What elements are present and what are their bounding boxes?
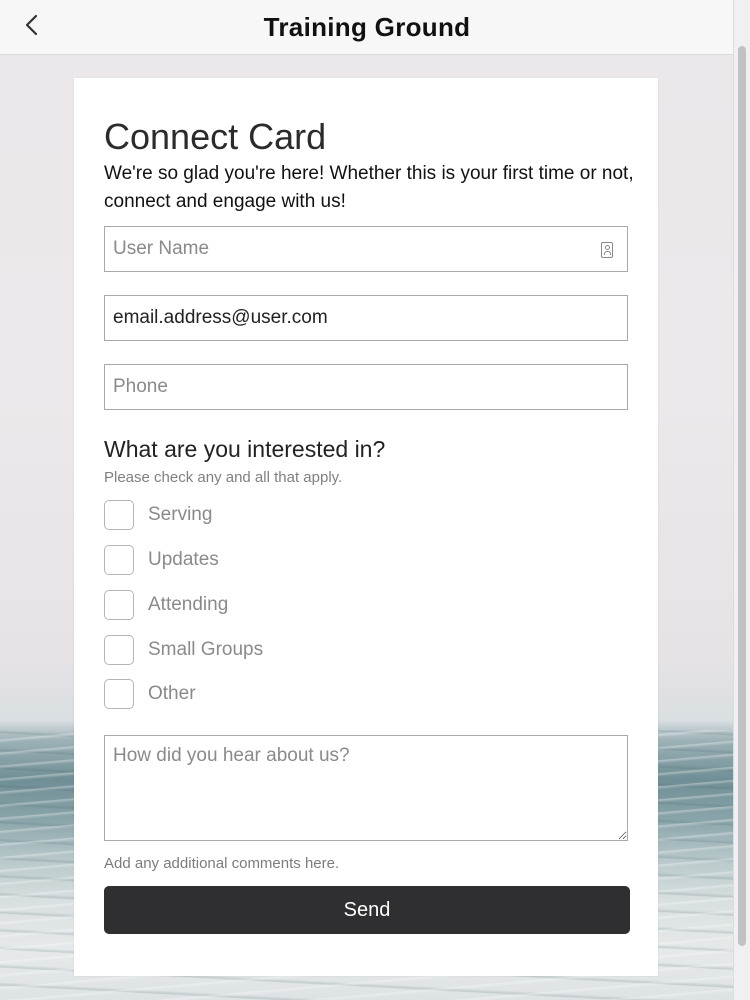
email-input[interactable] bbox=[104, 295, 628, 341]
interests-subtext: Please check any and all that apply. bbox=[104, 469, 343, 486]
checkbox-updates[interactable] bbox=[104, 545, 134, 575]
page-title: Training Ground bbox=[263, 12, 471, 42]
form-title: Connect Card bbox=[104, 116, 327, 157]
checkbox-label: Attending bbox=[148, 594, 229, 615]
checkbox-row-small-groups[interactable]: Small Groups bbox=[104, 634, 263, 666]
interests-heading: What are you interested in? bbox=[104, 436, 386, 462]
checkbox-label: Updates bbox=[148, 549, 219, 570]
nav-header: Training Ground bbox=[0, 0, 734, 55]
checkbox-row-other[interactable]: Other bbox=[104, 678, 196, 710]
checkbox-row-serving[interactable]: Serving bbox=[104, 499, 212, 531]
checkbox-row-attending[interactable]: Attending bbox=[104, 589, 228, 621]
connect-card-form: Connect Card We're so glad you're here! … bbox=[74, 78, 658, 976]
checkbox-other[interactable] bbox=[104, 679, 134, 709]
checkbox-serving[interactable] bbox=[104, 500, 134, 530]
app-window: Training Ground Connect Card We're so gl… bbox=[0, 0, 750, 1000]
comments-textarea[interactable] bbox=[104, 735, 628, 841]
checkbox-row-updates[interactable]: Updates bbox=[104, 544, 219, 576]
user-name-input[interactable] bbox=[104, 226, 628, 272]
checkbox-label: Other bbox=[148, 683, 196, 704]
checkbox-small-groups[interactable] bbox=[104, 635, 134, 665]
checkbox-label: Serving bbox=[148, 504, 213, 525]
scrollbar-thumb[interactable] bbox=[738, 46, 746, 946]
send-button[interactable]: Send bbox=[104, 886, 630, 934]
checkbox-label: Small Groups bbox=[148, 639, 264, 660]
phone-input[interactable] bbox=[104, 364, 628, 410]
contact-card-icon[interactable] bbox=[601, 242, 613, 258]
checkbox-attending[interactable] bbox=[104, 590, 134, 620]
comments-help-text: Add any additional comments here. bbox=[104, 855, 340, 872]
form-intro-text: We're so glad you're here! Whether this … bbox=[104, 163, 634, 212]
scrollbar[interactable] bbox=[733, 0, 750, 1000]
